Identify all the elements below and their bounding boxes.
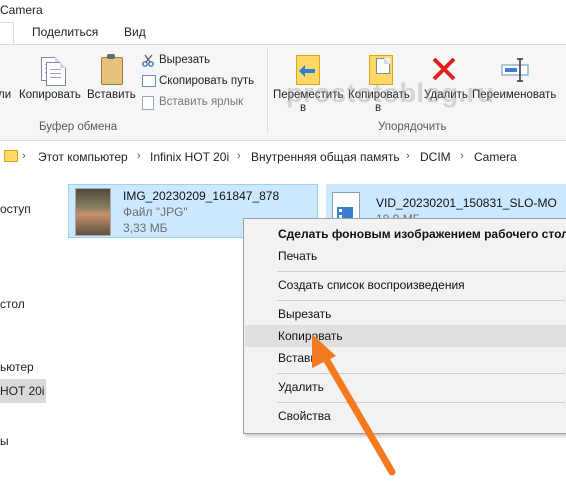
menu-item-copy[interactable]: Копировать bbox=[245, 325, 566, 347]
breadcrumb-dcim[interactable]: DCIM bbox=[420, 150, 451, 164]
title-bar: Camera bbox=[0, 0, 566, 22]
chevron-right-icon: › bbox=[137, 150, 141, 162]
chevron-right-icon: › bbox=[22, 150, 26, 162]
watermark-text: prostotoblog.ru bbox=[286, 78, 495, 108]
window-title: Camera bbox=[0, 3, 43, 17]
sidebar-item-desktop[interactable]: стол bbox=[0, 297, 25, 311]
sidebar-item-device[interactable]: HOT 20i bbox=[0, 384, 44, 398]
clipboard-group-label: Буфер обмена bbox=[39, 121, 118, 133]
paste-icon bbox=[101, 54, 123, 85]
tab-share[interactable]: Поделиться bbox=[32, 22, 98, 44]
menu-separator bbox=[277, 271, 565, 272]
menu-item-paste[interactable]: Вставить bbox=[245, 347, 566, 369]
menu-item-create-playlist[interactable]: Создать список воспроизведения bbox=[245, 274, 566, 296]
copy-icon-front bbox=[46, 62, 66, 86]
chevron-right-icon: › bbox=[460, 150, 464, 162]
breadcrumb-this-pc[interactable]: Этот компьютер bbox=[38, 150, 128, 164]
file-name: IMG_20230209_161847_878 bbox=[123, 189, 280, 203]
menu-item-set-wallpaper[interactable]: Сделать фоновым изображением рабочего ст… bbox=[245, 223, 566, 245]
organize-group-label: Упорядочить bbox=[378, 121, 447, 133]
pin-button-label-partial[interactable]: ли bbox=[0, 89, 11, 101]
file-type: Файл "JPG" bbox=[123, 205, 188, 219]
copy-button[interactable]: Копировать bbox=[19, 89, 81, 101]
context-menu: Сделать фоновым изображением рабочего ст… bbox=[243, 218, 566, 434]
copy-path-button[interactable]: Скопировать путь bbox=[159, 75, 254, 87]
menu-item-delete[interactable]: Удалить bbox=[245, 376, 566, 398]
file-name: VID_20230201_150831_SLO-MO bbox=[376, 196, 557, 210]
sidebar-item-quick-access[interactable]: оступ bbox=[0, 202, 31, 216]
ribbon-separator bbox=[267, 49, 268, 133]
address-bar[interactable]: › Этот компьютер › Infinix HOT 20i › Вну… bbox=[0, 145, 566, 169]
menu-item-properties[interactable]: Свойства bbox=[245, 405, 566, 427]
breadcrumb-internal-storage[interactable]: Внутренняя общая память bbox=[251, 150, 400, 164]
tab-home[interactable] bbox=[0, 22, 14, 45]
sidebar-item-this-pc[interactable]: ьютер bbox=[0, 360, 34, 374]
folder-icon bbox=[4, 150, 18, 162]
file-size: 3,33 МБ bbox=[123, 221, 168, 235]
rename-icon bbox=[500, 55, 530, 83]
menu-separator bbox=[277, 402, 565, 403]
chevron-right-icon: › bbox=[406, 150, 410, 162]
menu-item-cut[interactable]: Вырезать bbox=[245, 303, 566, 325]
menu-separator bbox=[277, 300, 565, 301]
copy-path-icon bbox=[142, 75, 156, 87]
paste-shortcut-icon bbox=[142, 96, 154, 110]
ribbon-tabs: Поделиться Вид bbox=[0, 22, 566, 45]
menu-separator bbox=[277, 373, 565, 374]
paste-button[interactable]: Вставить bbox=[87, 89, 136, 101]
breadcrumb-camera[interactable]: Camera bbox=[474, 150, 517, 164]
paste-shortcut-button[interactable]: Вставить ярлык bbox=[159, 96, 243, 108]
tab-view[interactable]: Вид bbox=[124, 22, 146, 44]
menu-item-print[interactable]: Печать bbox=[245, 245, 566, 267]
chevron-right-icon: › bbox=[237, 150, 241, 162]
image-thumbnail bbox=[75, 188, 111, 236]
cut-button[interactable]: Вырезать bbox=[159, 54, 210, 66]
breadcrumb-device[interactable]: Infinix HOT 20i bbox=[150, 150, 229, 164]
scissors-icon bbox=[142, 54, 155, 67]
sidebar-item-other[interactable]: ы bbox=[0, 434, 9, 448]
